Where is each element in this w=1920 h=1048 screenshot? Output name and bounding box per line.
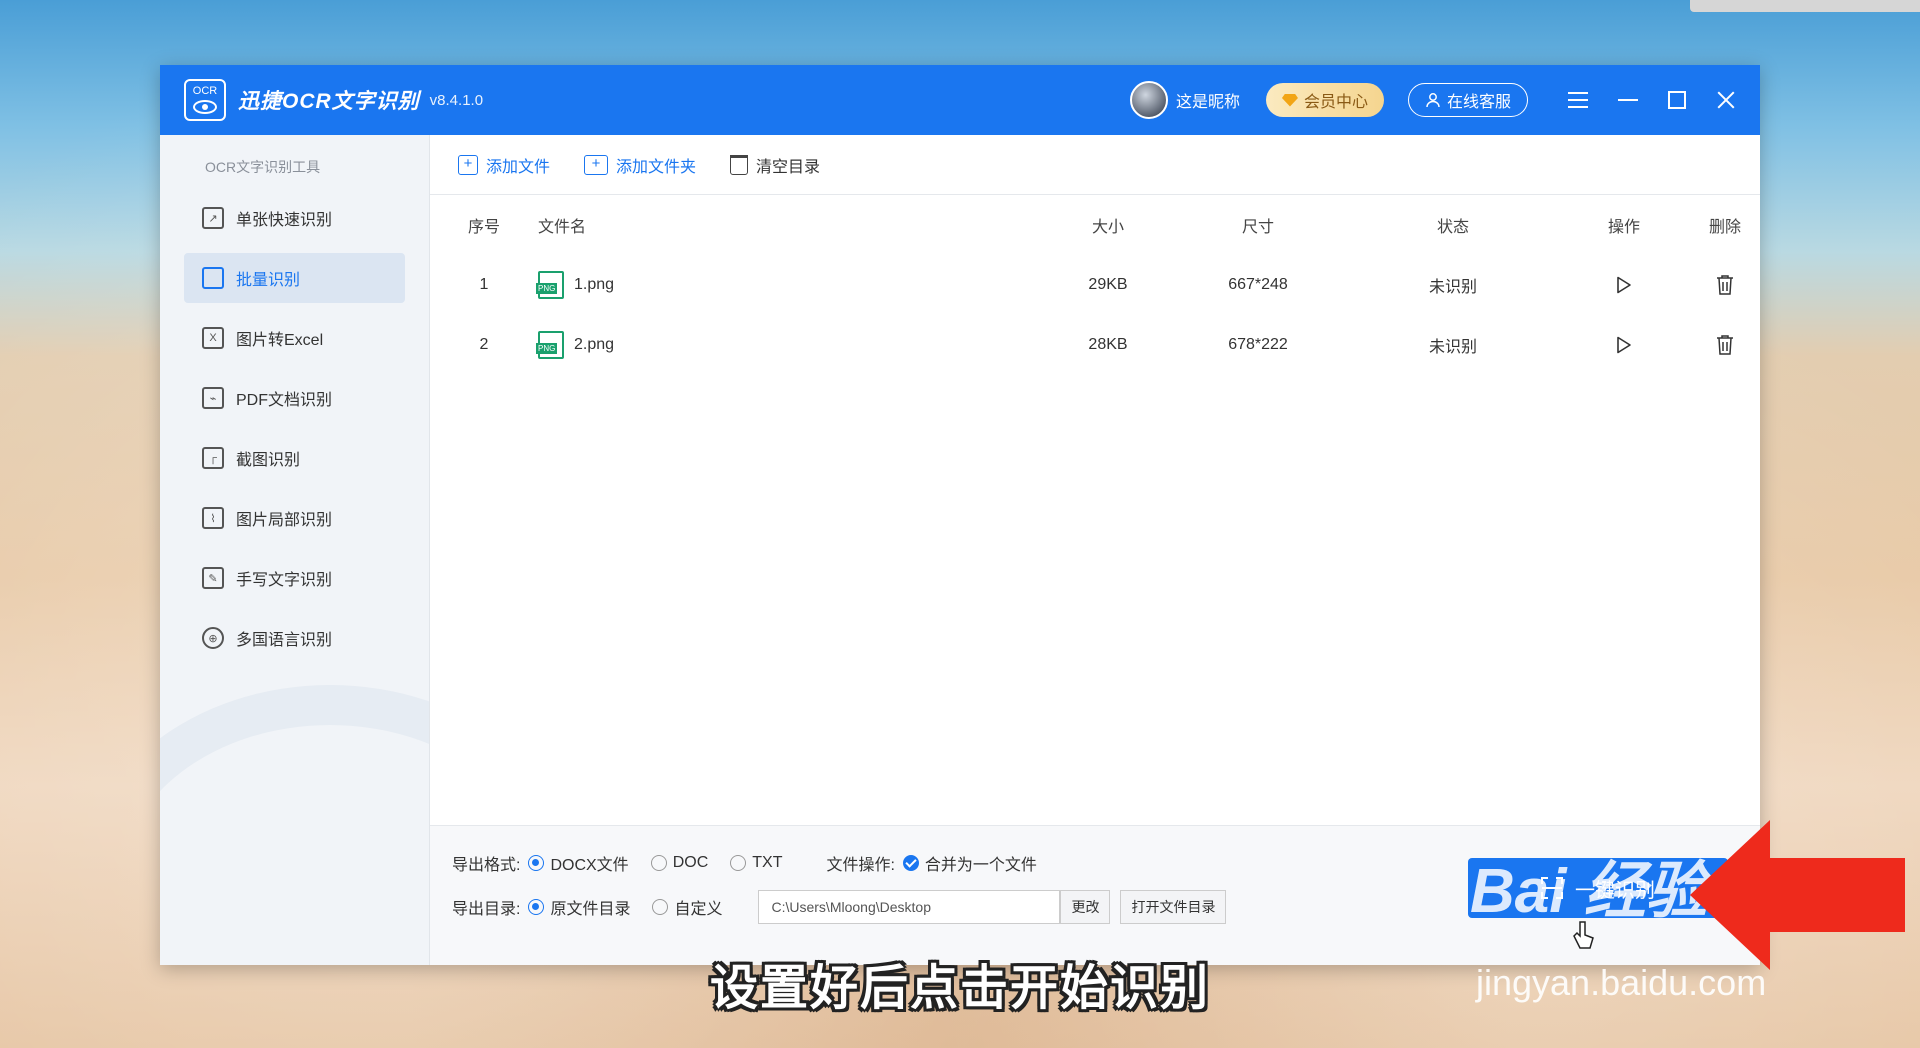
delete-icon[interactable]: [1715, 334, 1735, 356]
clear-list-button[interactable]: 清空目录: [730, 153, 820, 177]
dir-label: 导出目录:: [452, 901, 521, 918]
row-index: 2: [479, 336, 489, 353]
desktop-corner-widget: [1690, 0, 1920, 12]
header-index: 序号: [467, 219, 500, 236]
sidebar-item-excel[interactable]: X 图片转Excel: [184, 313, 405, 363]
png-file-icon: PNG: [536, 331, 564, 359]
header-status: 状态: [1436, 219, 1469, 236]
batch-icon: [202, 267, 224, 289]
sidebar-item-label: 截图识别: [236, 452, 301, 469]
close-icon[interactable]: [1716, 90, 1736, 110]
table-header: 序号 文件名 大小 尺寸 状态 操作 删除: [430, 195, 1760, 255]
dir-custom-radio[interactable]: 自定义: [652, 895, 722, 919]
file-dimensions: 667*248: [1228, 276, 1288, 293]
diamond-icon: [1281, 93, 1298, 107]
app-name: 迅捷OCR文字识别: [238, 90, 420, 113]
png-file-icon: PNG: [536, 271, 564, 299]
file-name: 2.png: [574, 336, 615, 353]
sidebar-item-screenshot[interactable]: ┌ 截图识别: [184, 433, 405, 483]
sidebar-item-label: 批量识别: [236, 272, 301, 289]
format-txt-radio[interactable]: TXT: [730, 854, 782, 872]
app-logo: OCR: [184, 79, 226, 121]
app-version: v8.4.1.0: [429, 91, 484, 109]
header-action: 操作: [1607, 219, 1640, 236]
sidebar-heading: OCR文字识别工具: [205, 159, 321, 175]
sidebar-item-label: 手写文字识别: [236, 572, 333, 589]
table-row[interactable]: 1 PNG 1.png 29KB 667*248 未识别: [430, 255, 1760, 315]
image-scan-icon: ↗: [202, 207, 224, 229]
clear-list-label: 清空目录: [756, 158, 821, 176]
format-doc-radio[interactable]: DOC: [650, 854, 708, 872]
sidebar-item-label: PDF文档识别: [236, 392, 333, 409]
vip-center-label: 会员中心: [1303, 94, 1368, 111]
title-bar: OCR 迅捷OCR文字识别 v8.4.1.0 这是昵称 会员中心 在线客服: [160, 65, 1760, 135]
online-service-button[interactable]: 在线客服: [1407, 83, 1528, 117]
add-file-button[interactable]: + 添加文件: [458, 153, 550, 177]
sidebar-item-multilang[interactable]: ⊕ 多国语言识别: [184, 613, 405, 663]
eye-icon: [193, 100, 217, 114]
file-dimensions: 678*222: [1228, 336, 1288, 353]
crop-icon: ┌: [202, 447, 224, 469]
toolbar: + 添加文件 + 添加文件夹 清空目录: [430, 135, 1760, 195]
sidebar-item-single[interactable]: ↗ 单张快速识别: [184, 193, 405, 243]
export-path-field[interactable]: C:\Users\Mloong\Desktop: [758, 890, 1061, 924]
add-file-icon: +: [458, 154, 478, 175]
file-op-label: 文件操作:: [826, 857, 895, 874]
baidu-watermark: Bai 经验: [1470, 857, 1708, 926]
add-folder-icon: +: [584, 154, 609, 175]
sidebar-item-label: 图片转Excel: [236, 332, 324, 349]
delete-icon[interactable]: [1715, 274, 1735, 296]
logo-text: OCR: [192, 85, 218, 97]
minimize-icon[interactable]: [1618, 99, 1638, 101]
table-row[interactable]: 2 PNG 2.png 28KB 678*222 未识别: [430, 315, 1760, 375]
online-service-label: 在线客服: [1446, 94, 1511, 111]
partial-scan-icon: ⌇: [202, 507, 224, 529]
dir-original-radio[interactable]: 原文件目录: [528, 895, 630, 919]
app-window: OCR 迅捷OCR文字识别 v8.4.1.0 这是昵称 会员中心 在线客服 OC…: [160, 65, 1760, 965]
file-name: 1.png: [574, 276, 615, 293]
header-dimensions: 尺寸: [1241, 219, 1274, 236]
add-folder-label: 添加文件夹: [616, 158, 697, 176]
avatar[interactable]: [1129, 81, 1168, 119]
add-folder-button[interactable]: + 添加文件夹: [584, 153, 696, 177]
user-nickname[interactable]: 这是昵称: [1176, 88, 1240, 112]
open-dir-button[interactable]: 打开文件目录: [1120, 890, 1227, 924]
menu-icon[interactable]: [1568, 92, 1588, 108]
sidebar-item-label: 图片局部识别: [236, 512, 333, 529]
sidebar-item-partial[interactable]: ⌇ 图片局部识别: [184, 493, 405, 543]
header-name: 文件名: [538, 219, 587, 236]
add-file-label: 添加文件: [486, 158, 551, 176]
globe-icon: ⊕: [202, 627, 224, 649]
excel-icon: X: [202, 327, 224, 349]
play-icon[interactable]: [1616, 276, 1632, 294]
sidebar-item-label: 多国语言识别: [236, 632, 333, 649]
sidebar-item-label: 单张快速识别: [236, 212, 333, 229]
play-icon[interactable]: [1616, 336, 1632, 354]
header-delete: 删除: [1708, 219, 1741, 236]
pen-icon: ✎: [202, 567, 224, 589]
sidebar-item-batch[interactable]: 批量识别: [184, 253, 405, 303]
format-docx-radio[interactable]: DOCX文件: [528, 851, 629, 875]
user-icon: [1426, 93, 1440, 108]
file-table: 1 PNG 1.png 29KB 667*248 未识别 2 PNG 2.png…: [430, 255, 1760, 825]
file-status: 未识别: [1428, 339, 1477, 356]
file-status: 未识别: [1428, 279, 1477, 296]
header-size: 大小: [1091, 219, 1124, 236]
pdf-icon: ⌁: [202, 387, 224, 409]
file-size: 28KB: [1088, 336, 1128, 353]
video-subtitle: 设置好后点击开始识别: [709, 962, 1210, 1015]
change-dir-button[interactable]: 更改: [1060, 890, 1111, 924]
maximize-icon[interactable]: [1668, 91, 1686, 109]
trash-icon: [730, 154, 749, 175]
format-label: 导出格式:: [452, 857, 521, 874]
merge-file-checkbox[interactable]: 合并为一个文件: [902, 851, 1037, 875]
sidebar: OCR文字识别工具 ↗ 单张快速识别 批量识别 X 图片转Excel ⌁ PDF…: [160, 135, 430, 965]
sidebar-item-pdf[interactable]: ⌁ PDF文档识别: [184, 373, 405, 423]
vip-center-button[interactable]: 会员中心: [1265, 83, 1384, 117]
row-index: 1: [479, 276, 489, 293]
sidebar-item-handwriting[interactable]: ✎ 手写文字识别: [184, 553, 405, 603]
file-size: 29KB: [1088, 276, 1128, 293]
